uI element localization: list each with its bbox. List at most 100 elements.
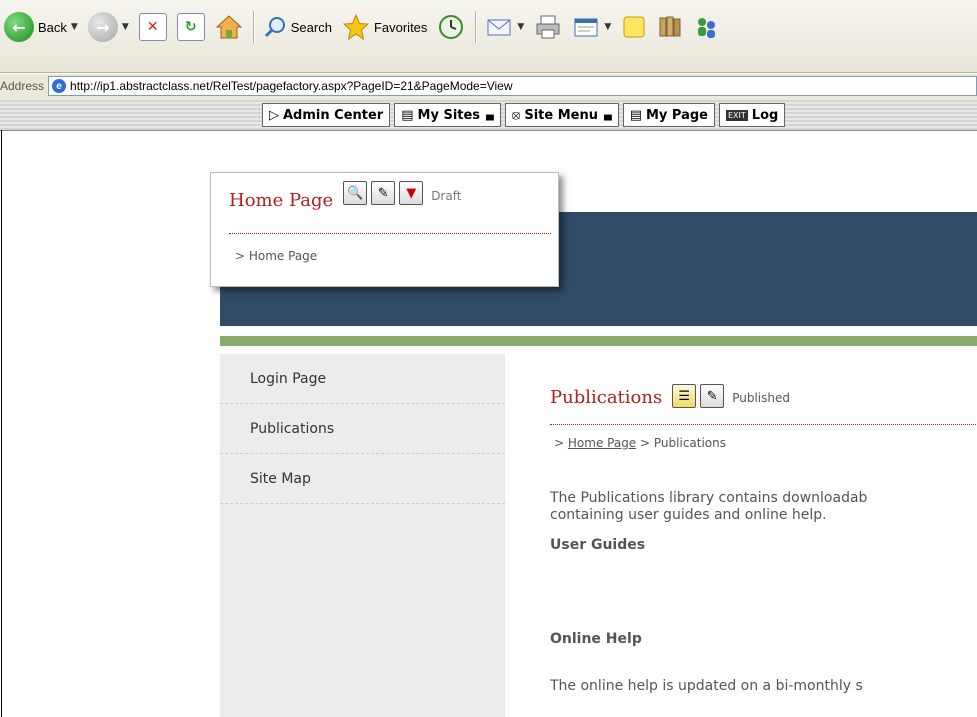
nav-item-site-map[interactable]: Site Map (220, 454, 505, 504)
admin-icon: ▷ (269, 107, 279, 123)
intro-line-1: The Publications library contains downlo… (550, 490, 868, 506)
section-heading-user-guides: User Guides (550, 537, 646, 553)
history-button[interactable] (433, 9, 469, 45)
favorites-button[interactable]: Favorites (338, 9, 431, 45)
chevron-down-icon[interactable]: ▼ (604, 22, 611, 32)
forward-button[interactable]: → ▼ (84, 9, 133, 45)
address-label: Address (0, 79, 45, 93)
notes-button[interactable] (617, 9, 651, 45)
intro-paragraph: The Publications library contains downlo… (550, 490, 977, 524)
menu-icon: ⦻ (511, 107, 521, 123)
back-arrow-icon: ← (4, 12, 34, 42)
left-navigation: Login Page Publications Site Map (220, 354, 505, 717)
my-page-button[interactable]: ▤ My Page (622, 103, 715, 127)
nav-item-label: Publications (250, 420, 335, 437)
edit-icon[interactable]: ✎ (700, 384, 725, 408)
home-button[interactable] (211, 9, 247, 45)
logout-button[interactable]: EXIT Log (719, 103, 786, 127)
stop-button[interactable]: ✕ (135, 9, 171, 45)
page-body: Login Page Publications Site Map Publica… (208, 212, 977, 717)
section-heading-online-help: Online Help (550, 631, 642, 647)
note-icon (623, 16, 645, 38)
ie-page-icon: e (52, 79, 67, 93)
popup-tools: 🔍 ✎ ▼ (339, 181, 424, 205)
my-page-label: My Page (645, 107, 708, 123)
popup-divider (229, 233, 551, 234)
window-left-border (1, 130, 2, 717)
browser-toolbar: ← Back ▼ → ▼ ✕ ↻ Search Favorites ▼ ▼ (0, 0, 977, 73)
breadcrumb-separator: > (554, 436, 565, 450)
popup-breadcrumb: > Home Page (235, 249, 318, 263)
address-bar: Address e http://ip1.abstractclass.net/R… (0, 73, 977, 98)
mail-icon (487, 19, 511, 36)
title-divider (550, 424, 977, 425)
breadcrumb-current: > Publications (640, 436, 727, 450)
chevron-down-icon: ▄ (603, 109, 612, 121)
site-menu-button[interactable]: ⦻ Site Menu ▄ (504, 103, 619, 127)
main-content: Publications ☰ ✎ Published > Home Page >… (528, 354, 977, 717)
books-icon (659, 16, 681, 37)
toolbar-separator (252, 11, 255, 43)
logout-label: Log (751, 107, 779, 123)
breadcrumb: > Home Page > Publications (554, 436, 726, 450)
forward-arrow-icon: → (87, 12, 118, 42)
history-icon (439, 15, 464, 39)
research-button[interactable] (653, 9, 687, 45)
nav-item-label: Site Map (250, 470, 311, 487)
edit-icon[interactable]: ✎ (371, 181, 396, 205)
properties-icon[interactable]: ☰ (672, 384, 697, 408)
refresh-button[interactable]: ↻ (173, 9, 209, 45)
back-button[interactable]: ← Back ▼ (0, 9, 82, 45)
chevron-down-icon[interactable]: ▼ (517, 22, 524, 32)
print-button[interactable] (530, 9, 566, 45)
search-button[interactable]: Search (259, 9, 336, 45)
back-label: Back (38, 19, 67, 35)
page-icon: ▤ (629, 107, 642, 123)
preview-icon[interactable]: 🔍 (343, 181, 368, 205)
sites-icon: ▤ (401, 107, 414, 123)
accent-bar (220, 336, 977, 346)
nav-item-label: Login Page (250, 370, 327, 387)
admin-center-label: Admin Center (283, 107, 384, 123)
print-icon (536, 15, 560, 39)
stop-icon: ✕ (138, 13, 167, 41)
favorites-label: Favorites (373, 19, 428, 35)
address-url: http://ip1.abstractclass.net/RelTest/pag… (70, 79, 513, 93)
status-badge: Published (732, 391, 790, 405)
chevron-down-icon[interactable]: ▼ (122, 22, 129, 32)
admin-items: ▷ Admin Center ▤ My Sites ▄ ⦻ Site Menu … (262, 103, 789, 127)
favorites-star-icon (342, 13, 370, 41)
status-badge: Draft (431, 189, 462, 203)
nav-item-login-page[interactable]: Login Page (220, 354, 505, 404)
publications-header: Publications ☰ ✎ Published (550, 384, 790, 408)
page-title: Publications (550, 387, 663, 408)
online-help-text: The online help is updated on a bi-month… (550, 678, 863, 694)
edit-page-icon (574, 18, 598, 37)
messenger-people-icon (698, 18, 716, 38)
popup-header: Home Page 🔍 ✎ ▼ Draft (229, 181, 461, 215)
mail-button[interactable]: ▼ (481, 9, 528, 45)
my-sites-label: My Sites (417, 107, 481, 123)
chevron-down-icon[interactable]: ▼ (71, 22, 78, 32)
chevron-down-icon: ▄ (486, 109, 494, 121)
refresh-icon: ↻ (176, 13, 205, 41)
popup-title: Home Page (229, 190, 334, 211)
nav-item-publications[interactable]: Publications (220, 404, 505, 454)
exit-icon: EXIT (726, 109, 748, 121)
edit-button[interactable]: ▼ (568, 9, 615, 45)
home-page-popup: Home Page 🔍 ✎ ▼ Draft > Home Page (210, 172, 559, 287)
search-label: Search (290, 19, 332, 35)
toolbar-row: ← Back ▼ → ▼ ✕ ↻ Search Favorites ▼ ▼ (0, 6, 725, 48)
publish-icon[interactable]: ▼ (399, 181, 424, 205)
messenger-button[interactable] (689, 9, 723, 45)
intro-line-2: containing user guides and online help. (550, 507, 827, 523)
search-icon (264, 17, 285, 38)
my-sites-button[interactable]: ▤ My Sites ▄ (394, 103, 501, 127)
breadcrumb-home-link[interactable]: Home Page (568, 436, 636, 450)
admin-center-button[interactable]: ▷ Admin Center (262, 103, 391, 127)
home-icon (215, 15, 243, 39)
toolbar-separator (475, 11, 478, 43)
address-input[interactable]: e http://ip1.abstractclass.net/RelTest/p… (48, 76, 977, 96)
site-menu-label: Site Menu (524, 107, 598, 123)
admin-bar: ▷ Admin Center ▤ My Sites ▄ ⦻ Site Menu … (0, 98, 977, 131)
